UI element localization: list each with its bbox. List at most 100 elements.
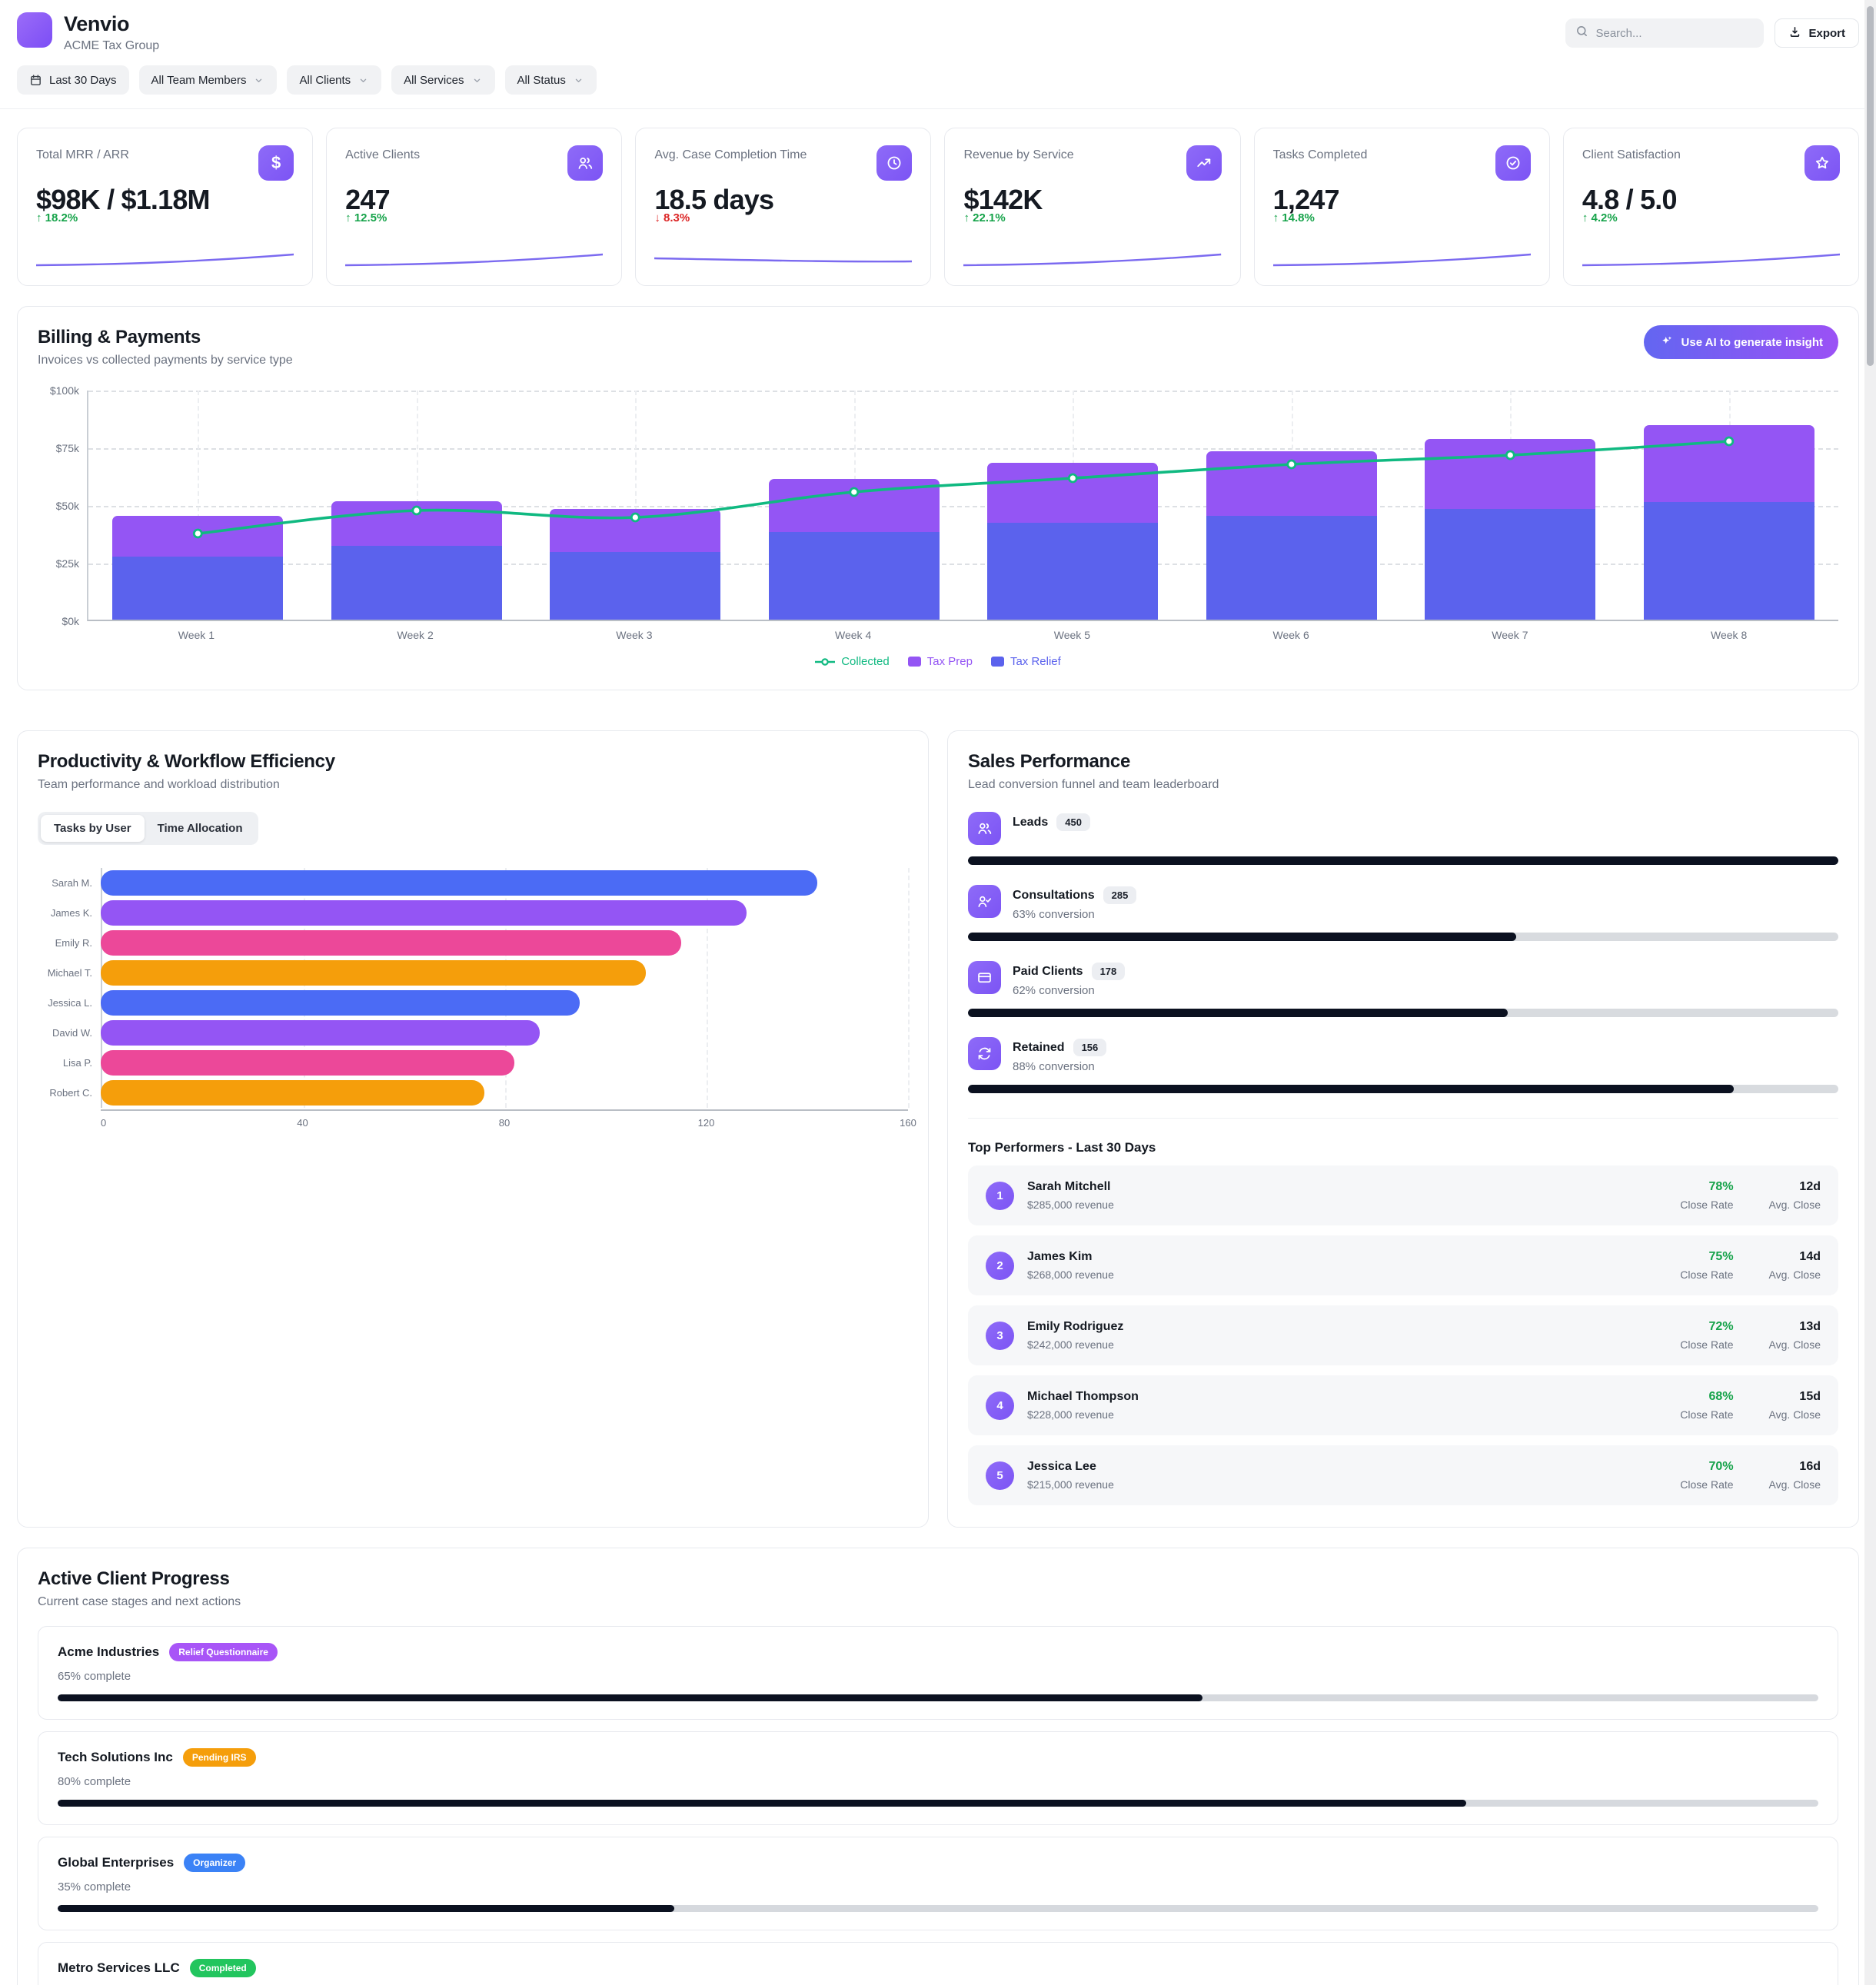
scrollbar-track[interactable] xyxy=(1864,0,1876,1985)
performer-revenue: $228,000 revenue xyxy=(1027,1408,1139,1421)
performer-revenue: $215,000 revenue xyxy=(1027,1478,1114,1491)
credit-card-icon xyxy=(968,961,1001,994)
close-rate-value: 75% xyxy=(1680,1250,1733,1264)
legend-swatch xyxy=(908,657,921,667)
ai-insight-button[interactable]: Use AI to generate insight xyxy=(1644,325,1838,359)
task-user-label: Lisa P. xyxy=(38,1057,101,1069)
billing-title: Billing & Payments xyxy=(38,327,1838,348)
kpi-card-avg-case-completion-time: Avg. Case Completion Time18.5 days↓ 8.3% xyxy=(635,128,931,286)
task-bar-track xyxy=(101,1080,908,1106)
task-bar xyxy=(101,900,747,926)
bar-group-week-1 xyxy=(88,391,308,620)
users-icon xyxy=(567,145,603,181)
performer-row-sarah-mitchell: 1Sarah Mitchell$285,000 revenue78%Close … xyxy=(968,1165,1838,1225)
client-row-acme-industries: Acme IndustriesRelief Questionnaire65% c… xyxy=(38,1626,1838,1720)
client-stage-badge: Relief Questionnaire xyxy=(169,1643,278,1661)
chevron-down-icon xyxy=(471,75,483,86)
stacked-bar xyxy=(550,509,720,620)
filter-label: Last 30 Days xyxy=(49,74,117,87)
tax-relief-segment xyxy=(331,546,502,620)
filter-label: All Team Members xyxy=(151,74,247,87)
funnel-stage-paid-clients: Paid Clients17862% conversion xyxy=(968,961,1838,1017)
performer-name: Michael Thompson xyxy=(1027,1390,1139,1404)
kpi-sparkline xyxy=(963,248,1221,270)
tax-relief-segment xyxy=(1206,516,1377,620)
performer-name: James Kim xyxy=(1027,1250,1114,1264)
filter-all-team-members[interactable]: All Team Members xyxy=(139,65,278,95)
task-bar xyxy=(101,930,681,956)
filter-all-status[interactable]: All Status xyxy=(505,65,597,95)
export-button[interactable]: Export xyxy=(1775,18,1859,48)
performer-revenue: $242,000 revenue xyxy=(1027,1338,1123,1351)
filter-all-services[interactable]: All Services xyxy=(391,65,494,95)
bar-group-week-5 xyxy=(963,391,1182,620)
productivity-subtitle: Team performance and workload distributi… xyxy=(38,778,908,792)
task-bar-track xyxy=(101,900,908,926)
scrollbar-thumb[interactable] xyxy=(1867,6,1874,366)
billing-subtitle: Invoices vs collected payments by servic… xyxy=(38,354,1838,367)
kpi-delta: ↑ 22.1% xyxy=(963,211,1005,224)
client-name: Global Enterprises xyxy=(58,1855,174,1870)
close-rate-col: 70%Close Rate xyxy=(1680,1460,1733,1491)
sales-subtitle: Lead conversion funnel and team leaderbo… xyxy=(968,778,1838,792)
filter-label: All Clients xyxy=(299,74,351,87)
avg-close-value: 15d xyxy=(1769,1390,1821,1404)
x-tick-label: 40 xyxy=(297,1117,308,1129)
funnel-bar-track xyxy=(968,933,1838,941)
funnel-stage-label: Consultations xyxy=(1013,889,1095,903)
tasks-by-user-chart: Sarah M.James K.Emily R.Michael T.Jessic… xyxy=(38,868,908,1129)
kpi-value: 4.8 / 5.0 xyxy=(1582,184,1840,216)
kpi-row: Total MRR / ARR$$98K / $1.18M↑ 18.2%Acti… xyxy=(17,128,1859,286)
funnel-stage-consultations: Consultations28563% conversion xyxy=(968,885,1838,941)
tax-prep-segment xyxy=(1644,425,1814,503)
task-bar-track xyxy=(101,870,908,896)
client-progress-label: 65% complete xyxy=(58,1670,1818,1683)
rank-badge: 2 xyxy=(986,1252,1014,1280)
users-icon xyxy=(968,812,1001,845)
divider xyxy=(968,1118,1838,1119)
search-input[interactable] xyxy=(1595,27,1754,40)
close-rate-label: Close Rate xyxy=(1680,1268,1733,1281)
legend-item-tax-prep[interactable]: Tax Prep xyxy=(908,655,973,668)
funnel-bar-fill xyxy=(968,1085,1734,1093)
chevron-down-icon xyxy=(358,75,369,86)
kpi-label: Client Satisfaction xyxy=(1582,145,1685,162)
funnel-stage-label: Retained xyxy=(1013,1041,1065,1055)
task-row-lisa-p: Lisa P. xyxy=(38,1048,908,1078)
tab-tasks-by-user[interactable]: Tasks by User xyxy=(41,815,145,842)
filter-last-30-days[interactable]: Last 30 Days xyxy=(17,65,129,95)
avg-close-label: Avg. Close xyxy=(1769,1268,1821,1281)
task-bar xyxy=(101,870,817,896)
tab-time-allocation[interactable]: Time Allocation xyxy=(145,815,256,842)
performer-name: Sarah Mitchell xyxy=(1027,1180,1114,1194)
avg-close-col: 16d Avg. Close xyxy=(1769,1460,1821,1491)
avg-close-label: Avg. Close xyxy=(1769,1478,1821,1491)
tax-prep-segment xyxy=(331,501,502,547)
avg-close-label: Avg. Close xyxy=(1769,1338,1821,1351)
client-progress-fill xyxy=(58,1694,1202,1701)
filter-all-clients[interactable]: All Clients xyxy=(287,65,381,95)
tasks-x-axis: 04080120160 xyxy=(101,1109,908,1129)
task-bar-track xyxy=(101,930,908,956)
kpi-label: Total MRR / ARR xyxy=(36,145,134,162)
kpi-label: Active Clients xyxy=(345,145,424,162)
bar-group-week-3 xyxy=(526,391,745,620)
stacked-bar xyxy=(769,479,940,620)
funnel-bar-track xyxy=(968,856,1838,865)
close-rate-label: Close Rate xyxy=(1680,1338,1733,1351)
x-tick-label: Week 8 xyxy=(1619,629,1838,641)
productivity-title: Productivity & Workflow Efficiency xyxy=(38,751,908,773)
kpi-value: 18.5 days xyxy=(654,184,912,216)
tax-relief-segment xyxy=(1644,502,1814,620)
funnel-count-badge: 285 xyxy=(1103,886,1137,904)
clients-title: Active Client Progress xyxy=(38,1568,1838,1590)
search-box[interactable] xyxy=(1565,18,1764,48)
funnel-stage-retained: Retained15688% conversion xyxy=(968,1037,1838,1093)
close-rate-value: 78% xyxy=(1680,1180,1733,1194)
avg-close-value: 16d xyxy=(1769,1460,1821,1474)
clients-subtitle: Current case stages and next actions xyxy=(38,1595,1838,1609)
legend-item-tax-relief[interactable]: Tax Relief xyxy=(991,655,1061,668)
funnel-bar-track xyxy=(968,1009,1838,1017)
legend-item-collected[interactable]: Collected xyxy=(815,655,890,668)
task-user-label: Sarah M. xyxy=(38,877,101,889)
